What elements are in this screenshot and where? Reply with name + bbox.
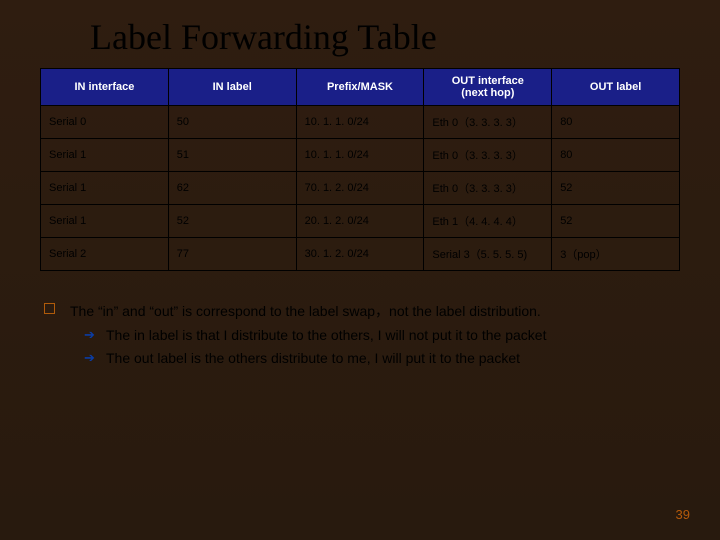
square-bullet-icon (44, 303, 55, 314)
subbullets: ➔ The in label is that I distribute to t… (84, 325, 676, 368)
slide-title: Label Forwarding Table (90, 16, 680, 58)
table-row: Serial 1 62 70. 1. 2. 0/24 Eth 0（3. 3. 3… (41, 172, 680, 205)
cell-prefix: 20. 1. 2. 0/24 (296, 205, 424, 238)
cell-in-label: 52 (168, 205, 296, 238)
col-out-interface: OUT interface (next hop) (424, 69, 552, 106)
table-header-row: IN interface IN label Prefix/MASK OUT in… (41, 69, 680, 106)
cell-out-interface: Serial 3（5. 5. 5. 5) (424, 238, 552, 271)
bullet-main-text: The “in” and “out” is correspond to the … (70, 303, 541, 319)
arrow-icon: ➔ (84, 328, 95, 341)
cell-prefix: 10. 1. 1. 0/24 (296, 106, 424, 139)
notes-block: The “in” and “out” is correspond to the … (44, 301, 676, 368)
cell-out-label: 52 (552, 172, 680, 205)
table-row: Serial 1 52 20. 1. 2. 0/24 Eth 1（4. 4. 4… (41, 205, 680, 238)
table-row: Serial 2 77 30. 1. 2. 0/24 Serial 3（5. 5… (41, 238, 680, 271)
cell-in-label: 51 (168, 139, 296, 172)
cell-in-interface: Serial 2 (41, 238, 169, 271)
cell-out-interface: Eth 1（4. 4. 4. 4） (424, 205, 552, 238)
cell-out-label: 52 (552, 205, 680, 238)
col-prefix-mask: Prefix/MASK (296, 69, 424, 106)
subbullet-1-text: The in label is that I distribute to the… (106, 327, 546, 343)
cell-prefix: 30. 1. 2. 0/24 (296, 238, 424, 271)
col-out-label: OUT label (552, 69, 680, 106)
label-forwarding-table: IN interface IN label Prefix/MASK OUT in… (40, 68, 680, 271)
cell-prefix: 10. 1. 1. 0/24 (296, 139, 424, 172)
table-row: Serial 1 51 10. 1. 1. 0/24 Eth 0（3. 3. 3… (41, 139, 680, 172)
subbullet-1: ➔ The in label is that I distribute to t… (84, 325, 676, 345)
page-number: 39 (676, 507, 690, 522)
cell-in-label: 62 (168, 172, 296, 205)
arrow-icon: ➔ (84, 351, 95, 364)
slide: Label Forwarding Table IN interface IN l… (0, 0, 720, 540)
cell-out-label: 3（pop） (552, 238, 680, 271)
cell-prefix: 70. 1. 2. 0/24 (296, 172, 424, 205)
table-row: Serial 0 50 10. 1. 1. 0/24 Eth 0（3. 3. 3… (41, 106, 680, 139)
cell-out-interface: Eth 0（3. 3. 3. 3） (424, 106, 552, 139)
cell-in-interface: Serial 1 (41, 139, 169, 172)
cell-out-interface: Eth 0（3. 3. 3. 3） (424, 139, 552, 172)
bullet-main: The “in” and “out” is correspond to the … (44, 301, 676, 321)
col-in-interface: IN interface (41, 69, 169, 106)
cell-out-label: 80 (552, 106, 680, 139)
cell-out-interface: Eth 0（3. 3. 3. 3） (424, 172, 552, 205)
cell-in-interface: Serial 1 (41, 172, 169, 205)
subbullet-2-text: The out label is the others distribute t… (106, 350, 520, 366)
subbullet-2: ➔ The out label is the others distribute… (84, 348, 676, 368)
cell-in-label: 77 (168, 238, 296, 271)
cell-in-interface: Serial 1 (41, 205, 169, 238)
col-in-label: IN label (168, 69, 296, 106)
cell-in-interface: Serial 0 (41, 106, 169, 139)
cell-out-label: 80 (552, 139, 680, 172)
cell-in-label: 50 (168, 106, 296, 139)
